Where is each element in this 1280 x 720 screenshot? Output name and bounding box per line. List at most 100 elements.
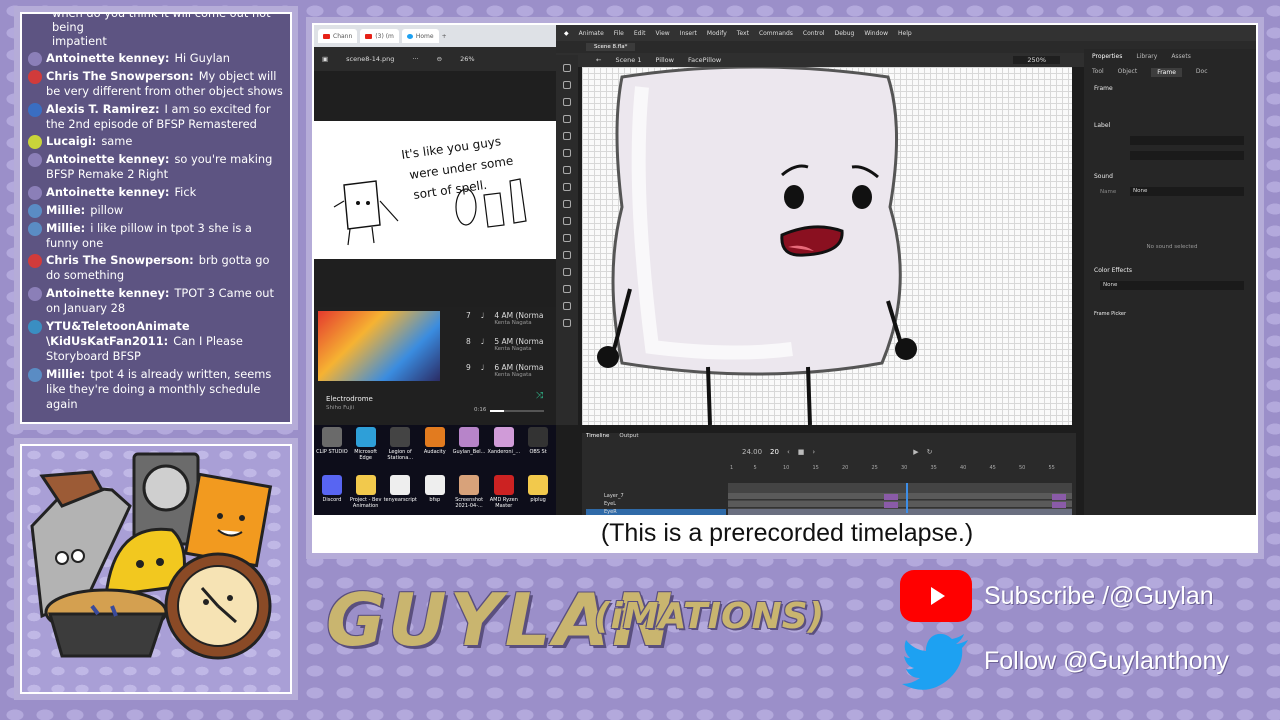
label-type-field[interactable]	[1130, 151, 1244, 160]
document-tab[interactable]: Scene 8.fla*	[586, 43, 636, 51]
track-row-8[interactable]: 8 ♩ 5 AM (Norma Kenta Nagata	[466, 337, 543, 352]
color-swatch-icon[interactable]	[563, 319, 571, 327]
browser-tab-2[interactable]: (3) (m	[360, 29, 399, 43]
track-artist: Kenta Nagata	[494, 320, 532, 326]
eraser-tool-icon[interactable]	[563, 149, 571, 157]
menu-item-edit[interactable]: Edit	[634, 30, 646, 37]
playhead[interactable]	[906, 483, 908, 513]
color-effects-select[interactable]: None	[1100, 281, 1244, 290]
menu-item-insert[interactable]: Insert	[680, 30, 697, 37]
keyframe[interactable]	[884, 502, 898, 508]
desktop-shortcut[interactable]: Microsoft Edge	[350, 427, 382, 473]
sound-options-row	[1084, 199, 1256, 241]
fps-value[interactable]: 24.00	[742, 448, 762, 456]
chat-message-body: Antoinette kenney: so you're making BFSP …	[46, 152, 286, 182]
browser-tab-3[interactable]: Home	[401, 29, 439, 43]
tab-object[interactable]: Object	[1118, 68, 1138, 77]
more-icon[interactable]: ···	[412, 55, 418, 63]
hand-tool-icon[interactable]	[563, 285, 571, 293]
tab-timeline[interactable]: Timeline	[586, 433, 609, 443]
track-number: 7	[466, 311, 471, 320]
menu-item-text[interactable]: Text	[737, 30, 749, 37]
desktop-shortcut[interactable]: Audacity	[419, 427, 451, 473]
desktop-shortcut-label: CLIP STUDIO	[316, 449, 348, 455]
playback-progress[interactable]	[490, 410, 544, 412]
desktop-icons: CLIP STUDIO Microsoft Edge Legion of Stati…	[314, 425, 556, 523]
play-icon[interactable]: ▶	[913, 448, 918, 456]
youtube-icon	[365, 33, 373, 39]
color-effects-section[interactable]: Color Effects	[1084, 263, 1256, 278]
layer-row[interactable]: Layer_7	[586, 493, 726, 500]
pen-tool-icon[interactable]	[563, 200, 571, 208]
tab-library[interactable]: Library	[1136, 53, 1157, 60]
keyframe[interactable]	[884, 494, 898, 500]
avatar-icon	[28, 254, 42, 269]
menu-item-debug[interactable]: Debug	[835, 30, 855, 37]
keyframe[interactable]	[1052, 494, 1066, 500]
animation-stage[interactable]	[582, 67, 1072, 425]
viewer-file-name: scene8-14.png	[346, 55, 395, 63]
stage-zoom[interactable]: 250%	[1013, 56, 1060, 64]
menu-item-help[interactable]: Help	[898, 30, 912, 37]
back-arrow-icon[interactable]: ←	[596, 56, 601, 64]
new-tab-icon[interactable]: +	[442, 33, 447, 40]
layer-row[interactable]: EyeL	[586, 501, 726, 508]
brush-tool-icon[interactable]	[563, 115, 571, 123]
tab-output[interactable]: Output	[619, 433, 638, 443]
tab-tool[interactable]: Tool	[1092, 68, 1104, 77]
menu-item-window[interactable]: Window	[864, 30, 888, 37]
frame-value[interactable]: 20	[770, 448, 779, 456]
prev-frame-icon[interactable]: ‹	[787, 448, 790, 456]
browser-tab-1[interactable]: Chann	[318, 29, 358, 43]
next-frame-icon[interactable]: ›	[812, 448, 815, 456]
browser-tab-2-label: (3) (m	[375, 32, 394, 40]
text-tool-icon[interactable]	[563, 217, 571, 225]
breadcrumb-current[interactable]: FacePillow	[688, 56, 721, 64]
menu-item-modify[interactable]: Modify	[707, 30, 727, 37]
shuffle-icon[interactable]: ⤨	[536, 391, 543, 401]
track-row-7[interactable]: 7 ♩ 4 AM (Norma Kenta Nagata	[466, 311, 543, 326]
tab-frame[interactable]: Frame	[1151, 68, 1182, 77]
menu-item-control[interactable]: Control	[803, 30, 825, 37]
music-note-icon: ♩	[480, 311, 485, 320]
desktop-shortcut[interactable]: Xanderoni_...	[487, 427, 520, 473]
label-name-field[interactable]	[1130, 136, 1244, 145]
paint-bucket-icon[interactable]	[563, 234, 571, 242]
frame-grid[interactable]	[728, 483, 1072, 516]
frame-picker-section[interactable]: Frame Picker	[1084, 307, 1256, 321]
menu-item-view[interactable]: View	[655, 30, 669, 37]
timeline-ruler[interactable]: 1 5 10 15 20 25 30 35 40 45 50 55	[728, 465, 1072, 479]
tab-assets[interactable]: Assets	[1171, 53, 1191, 60]
selection-tool-icon[interactable]	[563, 64, 571, 72]
desktop-shortcut[interactable]: OBS St	[522, 427, 554, 473]
label-section[interactable]: Label	[1084, 118, 1256, 133]
subselection-tool-icon[interactable]	[563, 81, 571, 89]
width-tool-icon[interactable]	[563, 268, 571, 276]
menu-item-commands[interactable]: Commands	[759, 30, 793, 37]
sound-section[interactable]: Sound	[1084, 169, 1256, 184]
oval-tool-icon[interactable]	[563, 166, 571, 174]
desktop-shortcut[interactable]: Guylan_Bel...	[453, 427, 485, 473]
keyframe[interactable]	[1052, 502, 1066, 508]
breadcrumb-symbol[interactable]: Pillow	[655, 56, 674, 64]
pencil-tool-icon[interactable]	[563, 132, 571, 140]
sound-name-select[interactable]: None	[1130, 187, 1244, 196]
desktop-shortcut[interactable]: CLIP STUDIO	[316, 427, 348, 473]
desktop-shortcut-label: OBS St	[529, 449, 547, 455]
tab-doc[interactable]: Doc	[1196, 68, 1208, 77]
desktop-shortcut[interactable]: Legion of Stationa...	[384, 427, 417, 473]
chat-message: Millie: i like pillow in tpot 3 she is a …	[28, 221, 286, 251]
line-tool-icon[interactable]	[563, 183, 571, 191]
zoom-out-icon[interactable]: ⊖	[437, 55, 442, 63]
breadcrumb-scene[interactable]: Scene 1	[615, 56, 641, 64]
chat-message-body: YTU&TeletoonAnimate \KidUsKatFan2011: Can…	[46, 319, 286, 364]
eyedropper-icon[interactable]	[563, 251, 571, 259]
track-row-9[interactable]: 9 ♩ 6 AM (Norma Kenta Nagata	[466, 363, 543, 378]
tab-properties[interactable]: Properties	[1092, 53, 1122, 60]
zoom-tool-icon[interactable]	[563, 302, 571, 310]
menu-item-file[interactable]: File	[614, 30, 624, 37]
loop-icon[interactable]: ↻	[927, 448, 933, 456]
stop-icon[interactable]: ■	[798, 448, 805, 456]
lasso-tool-icon[interactable]	[563, 98, 571, 106]
desktop-shortcut-label: AMD Ryzen Master	[489, 497, 518, 509]
